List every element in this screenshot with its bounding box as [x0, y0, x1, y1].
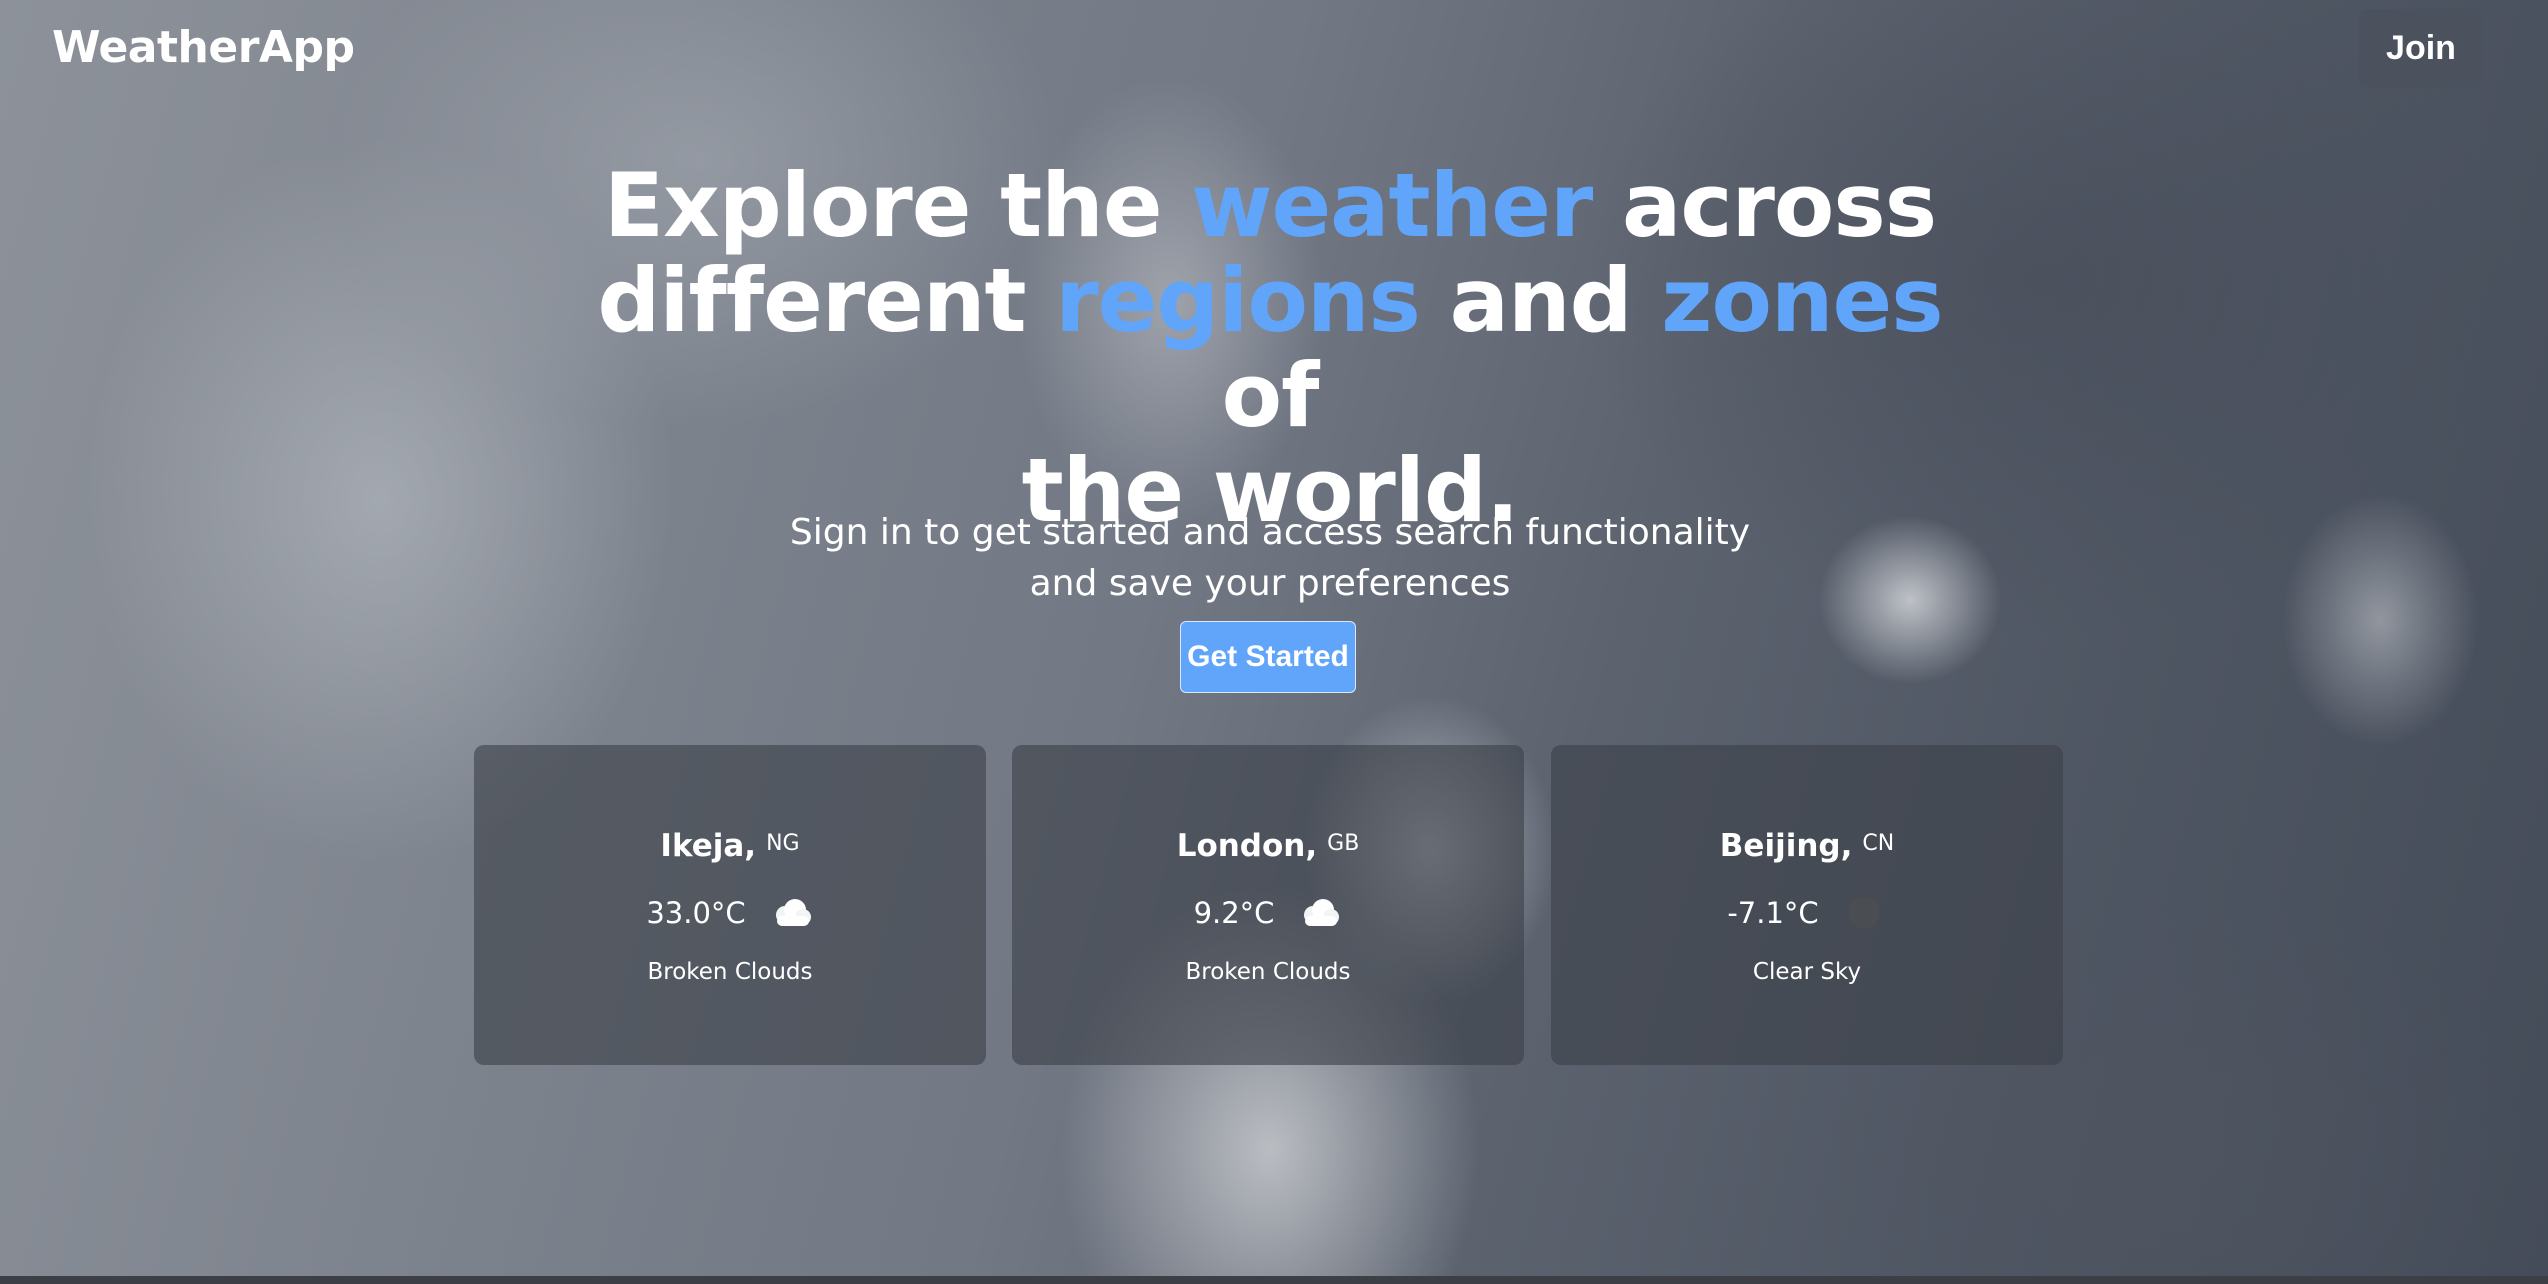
weather-description: Broken Clouds [1185, 959, 1351, 985]
app-logo[interactable]: WeatherApp [52, 22, 355, 73]
weather-description: Clear Sky [1752, 959, 1862, 985]
hero-heading-text: across [1592, 154, 1937, 257]
temperature-value: -7.1°C [1727, 896, 1819, 930]
temperature-value: 9.2°C [1193, 896, 1275, 930]
hero-subtitle: Sign in to get started and access search… [760, 507, 1780, 609]
card-location: London, GB [1012, 828, 1524, 864]
hero-subtitle-line: and save your preferences [1029, 563, 1511, 604]
card-location: Ikeja, NG [474, 828, 986, 864]
hero-heading-text: and [1419, 249, 1662, 352]
weather-cards: Ikeja, NG 33.0°C Broken Clouds London, GB [474, 745, 2064, 1065]
card-temperature-row: 9.2°C [1012, 893, 1524, 933]
hero-heading-text: Explore the [603, 154, 1192, 257]
hero-subtitle-line: Sign in to get started and access search… [789, 512, 1751, 553]
broken-clouds-icon [1296, 893, 1342, 933]
weather-card-ikeja[interactable]: Ikeja, NG 33.0°C Broken Clouds [474, 745, 986, 1065]
city-name: Ikeja, [660, 828, 757, 864]
card-temperature-row: 33.0°C [474, 893, 986, 933]
weather-card-london[interactable]: London, GB 9.2°C Broken Clouds [1012, 745, 1524, 1065]
hero-heading: Explore the weather across different reg… [560, 158, 1980, 538]
top-nav: WeatherApp Join [0, 0, 2548, 100]
hero-heading-highlight-zones: zones [1661, 249, 1943, 352]
get-started-button[interactable]: Get Started [1180, 621, 1356, 693]
hero-heading-highlight-regions: regions [1055, 249, 1421, 352]
city-name: Beijing, [1719, 828, 1853, 864]
clear-sky-icon [1841, 893, 1887, 933]
city-name: London, [1176, 828, 1318, 864]
window-bottom-edge [0, 1276, 2548, 1284]
weather-description: Broken Clouds [647, 959, 813, 985]
temperature-value: 33.0°C [646, 896, 746, 930]
country-code: CN [1862, 831, 1895, 856]
hero-heading-text: different [597, 249, 1056, 352]
card-temperature-row: -7.1°C [1551, 893, 2063, 933]
join-button[interactable]: Join [2359, 9, 2483, 87]
broken-clouds-icon [768, 893, 814, 933]
country-code: GB [1327, 831, 1360, 856]
country-code: NG [766, 831, 800, 856]
weather-card-beijing[interactable]: Beijing, CN -7.1°C Clear Sky [1551, 745, 2063, 1065]
card-location: Beijing, CN [1551, 828, 2063, 864]
page-background: WeatherApp Join Explore the weather acro… [0, 0, 2548, 1276]
hero-heading-text: of [1221, 344, 1320, 447]
hero-heading-highlight-weather: weather [1191, 154, 1593, 257]
